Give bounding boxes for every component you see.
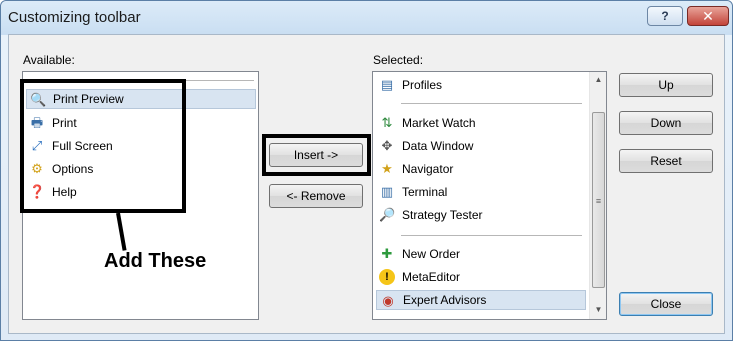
list-item-label: Navigator <box>402 162 454 176</box>
close-button[interactable]: Close <box>619 292 713 316</box>
available-label: Available: <box>23 53 75 67</box>
list-item-label: New Order <box>402 247 461 261</box>
list-item-label: Profiles <box>402 78 443 92</box>
selected-list-scrollbar[interactable]: ▲ ≡ ▼ <box>589 72 606 319</box>
selected-item-expert-advisors[interactable]: ◉ Expert Advisors <box>376 290 586 310</box>
list-item-label: Expert Advisors <box>403 293 487 307</box>
market-watch-icon: ⇅ <box>381 115 393 130</box>
scroll-up-arrow-icon[interactable]: ▲ <box>591 72 606 88</box>
reset-button[interactable]: Reset <box>619 149 713 173</box>
window-title: Customizing toolbar <box>8 9 141 26</box>
profiles-icon: ▤ <box>380 77 394 92</box>
expert-advisors-icon: ◉ <box>382 293 394 308</box>
scrollbar-thumb[interactable]: ≡ <box>592 112 605 288</box>
terminal-icon: ▥ <box>380 184 394 199</box>
selected-label: Selected: <box>373 53 424 67</box>
list-item-label: Strategy Tester <box>402 208 483 222</box>
insert-button[interactable]: Insert -> <box>269 143 363 167</box>
strategy-tester-icon: 🔎 <box>379 207 396 222</box>
list-separator <box>401 235 582 236</box>
down-button[interactable]: Down <box>619 111 713 135</box>
annotation-box-available <box>20 79 186 213</box>
annotation-text: Add These <box>104 250 207 272</box>
title-bar[interactable]: Customizing toolbar ? ✕ <box>1 1 732 35</box>
list-item-label: Terminal <box>402 185 448 199</box>
selected-item-meta-editor[interactable]: ! MetaEditor <box>376 267 460 287</box>
remove-button[interactable]: <- Remove <box>269 184 363 208</box>
new-order-icon: ✚ <box>381 246 393 261</box>
selected-item-strategy-tester[interactable]: 🔎 Strategy Tester <box>376 205 482 225</box>
list-separator <box>401 103 582 104</box>
selected-item-data-window[interactable]: ✥ Data Window <box>376 136 474 156</box>
navigator-icon: ★ <box>381 161 393 176</box>
list-item-label: Data Window <box>402 139 474 153</box>
selected-item-new-order[interactable]: ✚ New Order <box>376 244 460 264</box>
selected-item-profiles[interactable]: ▤ Profiles <box>376 75 442 95</box>
selected-listbox[interactable]: ▤ Profiles ⇅ Market Watch ✥ Data Window … <box>372 71 607 320</box>
meta-editor-icon: ! <box>379 269 395 285</box>
customizing-toolbar-dialog: Customizing toolbar ? ✕ Available: 🔍 Pri… <box>0 0 733 341</box>
selected-item-market-watch[interactable]: ⇅ Market Watch <box>376 113 476 133</box>
selected-item-terminal[interactable]: ▥ Terminal <box>376 182 448 202</box>
selected-item-navigator[interactable]: ★ Navigator <box>376 159 453 179</box>
scroll-down-arrow-icon[interactable]: ▼ <box>591 302 606 318</box>
help-button[interactable]: ? <box>647 6 683 26</box>
list-item-label: Market Watch <box>402 116 476 130</box>
help-icon: ? <box>661 9 669 23</box>
close-window-button[interactable]: ✕ <box>687 6 729 26</box>
up-button[interactable]: Up <box>619 73 713 97</box>
close-icon: ✕ <box>702 8 714 24</box>
data-window-icon: ✥ <box>381 138 393 153</box>
list-item-label: MetaEditor <box>402 270 461 284</box>
